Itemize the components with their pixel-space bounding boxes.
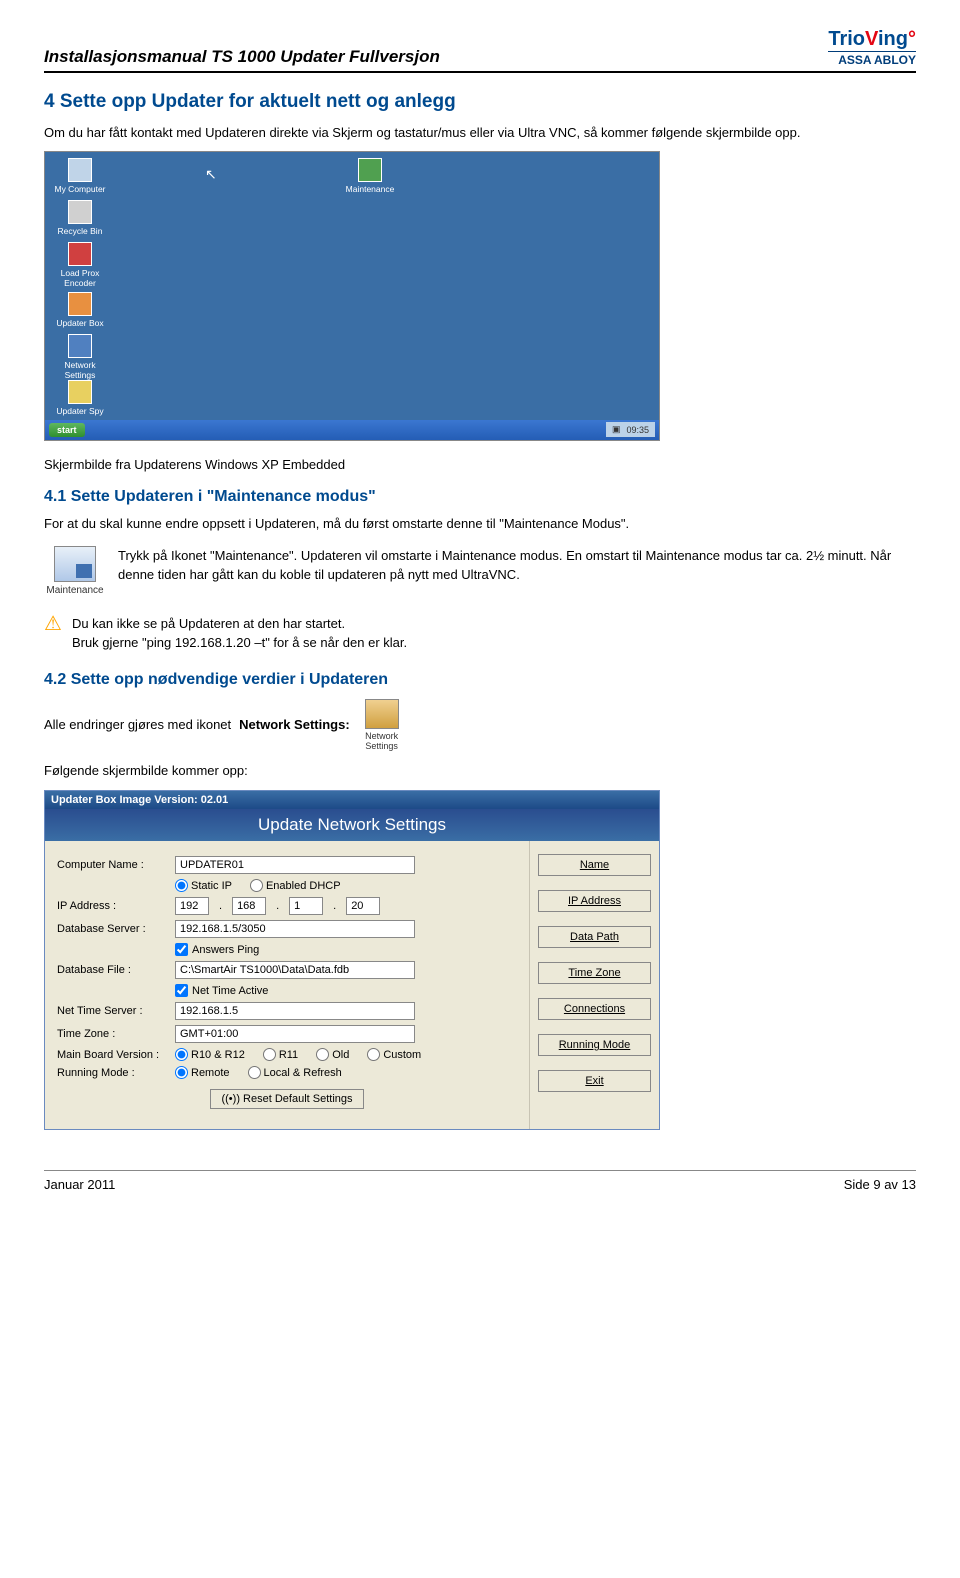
enabled-dhcp-radio[interactable]: Enabled DHCP [250, 879, 341, 892]
ip-address-label: IP Address : [57, 900, 167, 912]
updater-box-icon: Updater Box [51, 292, 109, 328]
main-board-version-label: Main Board Version : [57, 1049, 167, 1061]
maintenance-instruction: Maintenance Trykk på Ikonet "Maintenance… [44, 546, 916, 596]
side-exit-button[interactable]: Exit [538, 1070, 651, 1092]
recycle-bin-icon: Recycle Bin [51, 200, 109, 236]
computer-name-label: Computer Name : [57, 859, 167, 871]
side-timezone-button[interactable]: Time Zone [538, 962, 651, 984]
maintenance-icon: Maintenance [44, 546, 106, 596]
warning-note: ⚠ Du kan ikke se på Updateren at den har… [44, 614, 916, 653]
db-file-label: Database File : [57, 964, 167, 976]
desktop-screenshot: ↖ My Computer Recycle Bin Load Prox Enco… [44, 151, 660, 441]
dialog-titlebar: Updater Box Image Version: 02.01 [45, 791, 659, 809]
assaabloy-logo: ASSA ABLOY [828, 51, 916, 67]
brand-logo: TrioVing° ASSA ABLOY [828, 28, 916, 67]
time-zone-label: Time Zone : [57, 1028, 167, 1040]
manual-title: Installasjonsmanual TS 1000 Updater Full… [44, 47, 440, 67]
ip-field-4[interactable] [346, 897, 380, 915]
maintenance-desktop-icon: Maintenance [341, 158, 399, 194]
db-server-label: Database Server : [57, 923, 167, 935]
tray-icon: ▣ [612, 424, 621, 435]
mbv-old-radio[interactable]: Old [316, 1048, 349, 1061]
section-4-1-heading: 4.1 Sette Updateren i "Maintenance modus… [44, 488, 916, 506]
ip-field-1[interactable] [175, 897, 209, 915]
running-mode-label: Running Mode : [57, 1067, 167, 1079]
system-tray: ▣ 09:35 [606, 422, 655, 437]
clock: 09:35 [626, 425, 649, 435]
footer-page: Side 9 av 13 [844, 1177, 916, 1192]
db-file-field[interactable] [175, 961, 415, 979]
my-computer-icon: My Computer [51, 158, 109, 194]
dialog-sidebar: Name IP Address Data Path Time Zone Conn… [529, 841, 659, 1129]
taskbar: start ▣ 09:35 [45, 420, 659, 440]
mbv-r11-radio[interactable]: R11 [263, 1048, 298, 1061]
trioving-logo: TrioVing° [828, 28, 916, 51]
rmode-remote-radio[interactable]: Remote [175, 1066, 230, 1079]
side-datapath-button[interactable]: Data Path [538, 926, 651, 948]
mbv-r10-r12-radio[interactable]: R10 & R12 [175, 1048, 245, 1061]
page-footer: Januar 2011 Side 9 av 13 [44, 1170, 916, 1192]
ip-field-2[interactable] [232, 897, 266, 915]
dialog-banner: Update Network Settings [45, 809, 659, 841]
answers-ping-checkbox[interactable]: Answers Ping [175, 943, 517, 956]
network-settings-dialog: Updater Box Image Version: 02.01 Update … [44, 790, 660, 1130]
dialog-intro: Følgende skjermbilde kommer opp: [44, 761, 916, 781]
side-name-button[interactable]: Name [538, 854, 651, 876]
start-button[interactable]: start [49, 423, 85, 437]
section-4-2-heading: 4.2 Sette opp nødvendige verdier i Updat… [44, 671, 916, 689]
warning-icon: ⚠ [44, 614, 62, 634]
computer-name-field[interactable] [175, 856, 415, 874]
warning-text: Du kan ikke se på Updateren at den har s… [72, 614, 407, 653]
net-time-server-label: Net Time Server : [57, 1005, 167, 1017]
side-ip-button[interactable]: IP Address [538, 890, 651, 912]
side-connections-button[interactable]: Connections [538, 998, 651, 1020]
updater-spy-icon: Updater Spy [51, 380, 109, 416]
db-server-field[interactable] [175, 920, 415, 938]
desktop-caption: Skjermbilde fra Updaterens Windows XP Em… [44, 455, 916, 475]
network-settings-line: Alle endringer gjøres med ikonet Network… [44, 699, 916, 751]
static-ip-radio[interactable]: Static IP [175, 879, 232, 892]
cursor-icon: ↖ [205, 166, 217, 183]
ip-field-3[interactable] [289, 897, 323, 915]
load-prox-icon: Load Prox Encoder [51, 242, 109, 288]
section-4-heading: 4 Sette opp Updater for aktuelt nett og … [44, 91, 916, 113]
time-zone-field[interactable] [175, 1025, 415, 1043]
reset-default-settings-button[interactable]: ((•)) Reset Default Settings [210, 1089, 363, 1109]
side-running-mode-button[interactable]: Running Mode [538, 1034, 651, 1056]
network-settings-desktop-icon: Network Settings [51, 334, 109, 380]
net-time-server-field[interactable] [175, 1002, 415, 1020]
mbv-custom-radio[interactable]: Custom [367, 1048, 421, 1061]
page-header: Installasjonsmanual TS 1000 Updater Full… [44, 28, 916, 73]
rmode-local-radio[interactable]: Local & Refresh [248, 1066, 342, 1079]
maintenance-text: Trykk på Ikonet "Maintenance". Updateren… [118, 546, 916, 596]
section-4-intro: Om du har fått kontakt med Updateren dir… [44, 123, 916, 143]
footer-date: Januar 2011 [44, 1177, 115, 1192]
section-4-1-intro: For at du skal kunne endre oppsett i Upd… [44, 514, 916, 534]
net-time-active-checkbox[interactable]: Net Time Active [175, 984, 517, 997]
network-settings-icon: Network Settings [358, 699, 406, 751]
dialog-main: Computer Name : Static IP Enabled DHCP I… [45, 841, 529, 1129]
